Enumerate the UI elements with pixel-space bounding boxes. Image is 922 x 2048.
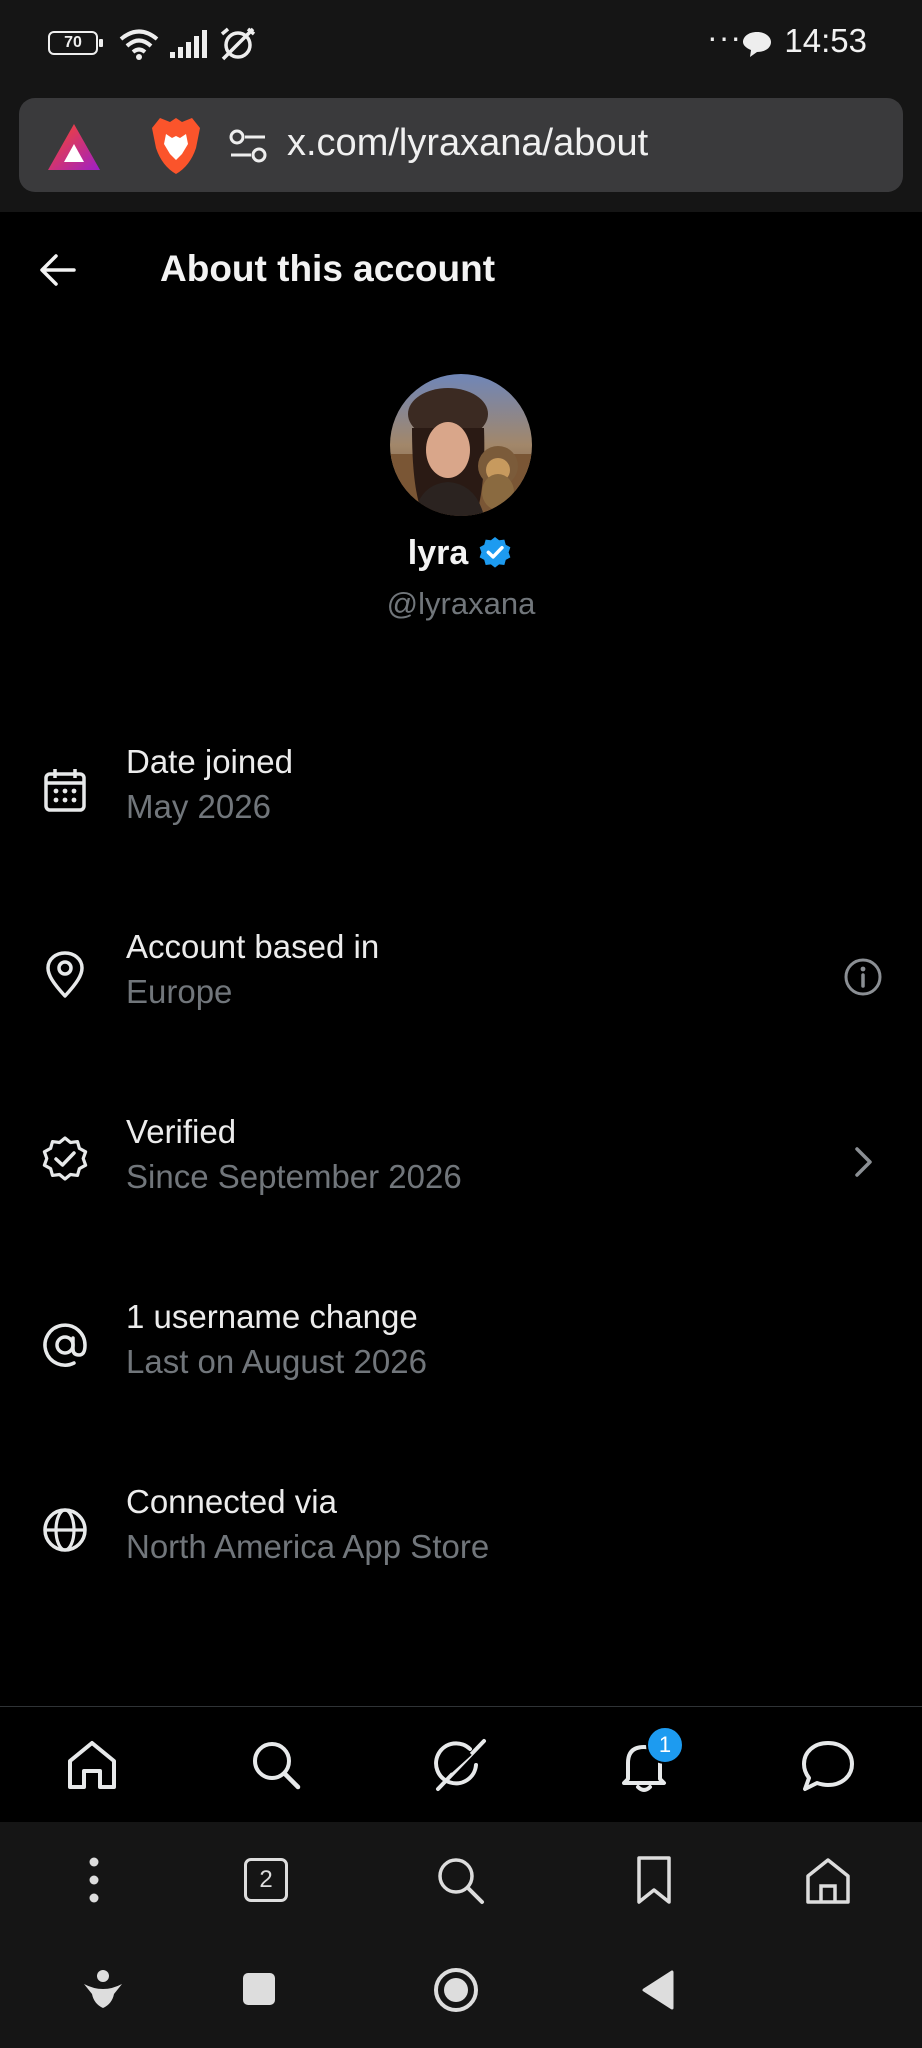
row-subtitle: North America App Store — [126, 1528, 490, 1565]
info-icon[interactable] — [842, 956, 884, 998]
brave-rewards-icon[interactable] — [46, 122, 102, 172]
row-subtitle: May 2026 — [126, 788, 271, 825]
row-title: 1 username change — [126, 1298, 418, 1335]
verified-badge-icon — [42, 1136, 88, 1181]
battery-icon: 70 — [48, 31, 103, 55]
wifi-icon — [119, 29, 159, 60]
chat-bubble-icon — [743, 32, 771, 57]
row-date-joined: Date joined May 2026 — [0, 725, 922, 875]
row-verified[interactable]: Verified Since September 2026 — [0, 1095, 922, 1245]
verified-badge-icon[interactable] — [476, 533, 514, 571]
row-title: Verified — [126, 1113, 237, 1150]
back-arrow-icon[interactable] — [38, 252, 78, 288]
row-account-based-in: Account based in Europe — [0, 910, 922, 1060]
site-settings-icon[interactable] — [228, 126, 268, 166]
profile-name-row: lyra — [0, 534, 922, 574]
home-icon[interactable] — [62, 1735, 122, 1795]
row-title: Connected via — [126, 1483, 337, 1520]
page-title: About this account — [160, 248, 496, 289]
row-title: Date joined — [126, 743, 293, 780]
url-text[interactable]: x.com/lyraxana/about — [287, 122, 648, 165]
messages-icon[interactable] — [798, 1735, 858, 1795]
bookmark-icon[interactable] — [626, 1852, 682, 1908]
signal-icon — [170, 30, 207, 58]
row-subtitle: Europe — [126, 973, 233, 1010]
more-status-icon: ··· — [707, 19, 742, 55]
calendar-icon — [44, 769, 86, 812]
tabs-icon[interactable]: 2 — [244, 1858, 288, 1902]
grok-icon[interactable] — [430, 1735, 490, 1795]
clock: 14:53 — [784, 22, 867, 59]
row-subtitle: Since September 2026 — [126, 1158, 462, 1195]
search-icon[interactable] — [432, 1852, 488, 1908]
display-name: lyra — [407, 534, 469, 572]
assistant-icon[interactable] — [80, 1966, 126, 2012]
row-title: Account based in — [126, 928, 380, 965]
alarm-off-icon — [220, 27, 256, 61]
globe-icon — [43, 1508, 87, 1552]
row-username-changes: 1 username change Last on August 2026 — [0, 1280, 922, 1430]
notification-count-badge: 1 — [646, 1726, 684, 1764]
chevron-right-icon[interactable] — [842, 1141, 884, 1183]
row-subtitle: Last on August 2026 — [126, 1343, 427, 1380]
menu-icon[interactable] — [66, 1852, 122, 1908]
username-handle: @lyraxana — [386, 586, 536, 621]
back-icon[interactable] — [638, 1968, 678, 2012]
location-pin-icon — [46, 951, 84, 998]
home-button-icon[interactable] — [432, 1966, 480, 2014]
search-icon[interactable] — [246, 1735, 306, 1795]
avatar[interactable] — [390, 374, 532, 516]
at-sign-icon — [43, 1323, 87, 1367]
recents-icon[interactable] — [240, 1970, 278, 2008]
brave-lion-icon[interactable] — [150, 114, 202, 176]
row-connected-via: Connected via North America App Store — [0, 1465, 922, 1615]
home-icon[interactable] — [800, 1852, 856, 1908]
